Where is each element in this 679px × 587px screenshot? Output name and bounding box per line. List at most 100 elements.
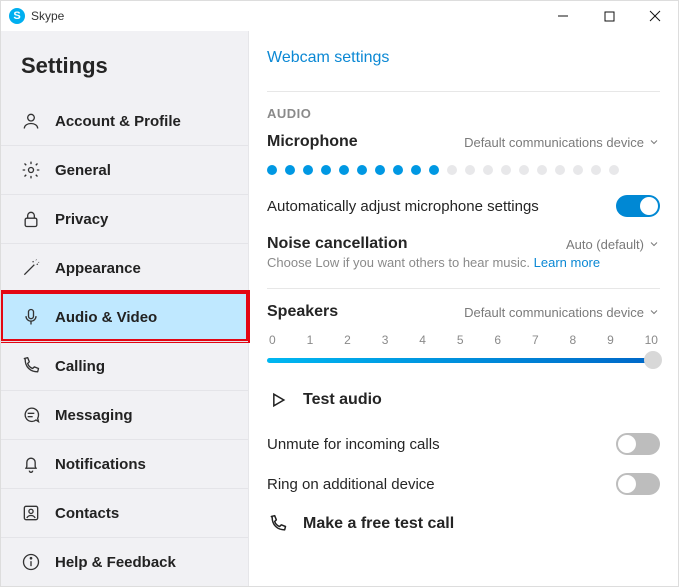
speakers-device-value: Default communications device: [464, 305, 644, 320]
speakers-device-dropdown[interactable]: Default communications device: [464, 305, 660, 320]
test-audio-label: Test audio: [303, 391, 382, 409]
sidebar-item-privacy[interactable]: Privacy: [1, 194, 248, 243]
meter-dot: [267, 165, 277, 175]
unmute-row: Unmute for incoming calls: [267, 433, 660, 455]
microphone-device-value: Default communications device: [464, 135, 644, 150]
meter-dot: [411, 165, 421, 175]
free-test-call-button[interactable]: Make a free test call: [267, 513, 660, 535]
sidebar-item-label: Calling: [55, 358, 105, 375]
divider: [267, 91, 660, 92]
play-icon: [267, 389, 289, 411]
sidebar-item-label: Help & Feedback: [55, 554, 176, 571]
meter-dot: [591, 165, 601, 175]
minimize-icon: [557, 10, 569, 22]
sidebar-item-label: Appearance: [55, 260, 141, 277]
auto-adjust-label: Automatically adjust microphone settings: [267, 198, 539, 215]
speakers-row: Speakers Default communications device: [267, 303, 660, 321]
noise-subtitle-text: Choose Low if you want others to hear mu…: [267, 255, 534, 270]
meter-dot: [447, 165, 457, 175]
noise-subtitle: Choose Low if you want others to hear mu…: [267, 255, 660, 270]
meter-dot: [321, 165, 331, 175]
tick-label: 0: [269, 333, 276, 347]
slider-thumb[interactable]: [644, 351, 662, 369]
tick-label: 2: [344, 333, 351, 347]
chat-icon: [21, 405, 41, 425]
close-icon: [649, 10, 661, 22]
meter-dot: [285, 165, 295, 175]
sidebar-item-calling[interactable]: Calling: [1, 341, 248, 390]
gear-icon: [21, 160, 41, 180]
meter-dot: [429, 165, 439, 175]
noise-cancellation-block: Noise cancellation Auto (default) Choose…: [267, 235, 660, 270]
auto-adjust-row: Automatically adjust microphone settings: [267, 195, 660, 217]
sidebar-title: Settings: [1, 31, 248, 97]
speaker-volume-slider-wrap: 012345678910: [267, 333, 660, 369]
noise-title: Noise cancellation: [267, 235, 408, 253]
sidebar-item-messaging[interactable]: Messaging: [1, 390, 248, 439]
speaker-volume-ticks: 012345678910: [267, 333, 660, 347]
tick-label: 1: [307, 333, 314, 347]
meter-dot: [501, 165, 511, 175]
unmute-toggle[interactable]: [616, 433, 660, 455]
titlebar-controls: [540, 1, 678, 31]
sidebar-item-label: General: [55, 162, 111, 179]
test-audio-button[interactable]: Test audio: [267, 389, 660, 411]
ring-additional-toggle[interactable]: [616, 473, 660, 495]
wand-icon: [21, 258, 41, 278]
sidebar-item-audio-video[interactable]: Audio & Video: [1, 292, 248, 341]
lock-icon: [21, 209, 41, 229]
meter-dot: [555, 165, 565, 175]
meter-dot: [483, 165, 493, 175]
meter-dot: [375, 165, 385, 175]
maximize-button[interactable]: [586, 1, 632, 31]
sidebar-item-general[interactable]: General: [1, 145, 248, 194]
sidebar-nav: Account & Profile General Privacy: [1, 97, 248, 586]
microphone-icon: [21, 307, 41, 327]
titlebar-left: S Skype: [9, 8, 64, 24]
microphone-title: Microphone: [267, 133, 358, 151]
sidebar-item-label: Contacts: [55, 505, 119, 522]
sidebar-item-help-feedback[interactable]: Help & Feedback: [1, 537, 248, 586]
info-icon: [21, 552, 41, 572]
body: Settings Account & Profile General: [1, 31, 678, 586]
tick-label: 4: [419, 333, 426, 347]
tick-label: 10: [645, 333, 658, 347]
phone-icon: [21, 356, 41, 376]
meter-dot: [573, 165, 583, 175]
noise-dropdown[interactable]: Auto (default): [566, 237, 660, 252]
speakers-title: Speakers: [267, 303, 338, 321]
ring-additional-row: Ring on additional device: [267, 473, 660, 495]
maximize-icon: [604, 11, 615, 22]
sidebar-item-label: Audio & Video: [55, 309, 157, 326]
meter-dot: [465, 165, 475, 175]
noise-value: Auto (default): [566, 237, 644, 252]
microphone-device-dropdown[interactable]: Default communications device: [464, 135, 660, 150]
sidebar-item-account-profile[interactable]: Account & Profile: [1, 97, 248, 145]
chevron-down-icon: [648, 136, 660, 148]
sidebar-item-appearance[interactable]: Appearance: [1, 243, 248, 292]
tick-label: 5: [457, 333, 464, 347]
close-button[interactable]: [632, 1, 678, 31]
skype-logo-icon: S: [9, 8, 25, 24]
chevron-down-icon: [648, 238, 660, 250]
minimize-button[interactable]: [540, 1, 586, 31]
titlebar: S Skype: [1, 1, 678, 31]
webcam-settings-link[interactable]: Webcam settings: [267, 49, 389, 67]
auto-adjust-toggle[interactable]: [616, 195, 660, 217]
tick-label: 6: [494, 333, 501, 347]
sidebar-item-notifications[interactable]: Notifications: [1, 439, 248, 488]
sidebar-item-contacts[interactable]: Contacts: [1, 488, 248, 537]
microphone-row: Microphone Default communications device: [267, 133, 660, 151]
window-title: Skype: [31, 9, 64, 23]
sidebar-item-label: Account & Profile: [55, 113, 181, 130]
meter-dot: [357, 165, 367, 175]
noise-learn-more-link[interactable]: Learn more: [534, 255, 600, 270]
speaker-volume-slider[interactable]: [267, 351, 660, 369]
content-pane: Webcam settings AUDIO Microphone Default…: [249, 31, 678, 586]
sidebar: Settings Account & Profile General: [1, 31, 249, 586]
free-test-call-label: Make a free test call: [303, 515, 454, 533]
tick-label: 9: [607, 333, 614, 347]
meter-dot: [537, 165, 547, 175]
contacts-icon: [21, 503, 41, 523]
skype-settings-window: S Skype Settings Account & Pro: [0, 0, 679, 587]
